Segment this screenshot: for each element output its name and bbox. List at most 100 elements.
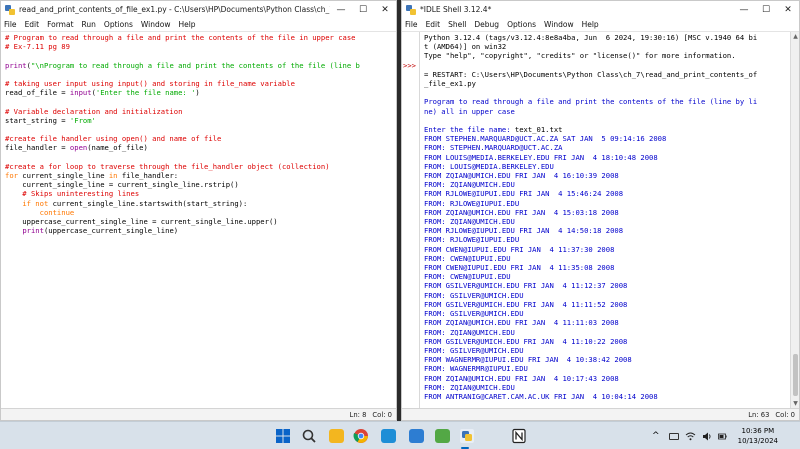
editor-code-line: start_string = 'From'	[5, 115, 96, 125]
shell-output-line: Enter the file name: text_01.txt	[424, 125, 563, 135]
editor-code-line: # Ex-7.11 pg 89	[5, 42, 70, 52]
editor-menu-edit[interactable]: Edit	[25, 20, 40, 29]
editor-code-line: current_single_line = current_single_lin…	[5, 180, 239, 190]
store-icon[interactable]	[409, 429, 424, 443]
file-explorer-icon[interactable]	[329, 429, 344, 443]
shell-output-line: FROM ZQIAN@UMICH.EDU FRI JAN 4 10:17:43 …	[424, 373, 619, 383]
shell-output-line: FROM GSILVER@UMICH.EDU FRI JAN 4 11:10:2…	[424, 336, 628, 346]
scrollbar-thumb[interactable]	[793, 354, 798, 396]
shell-scrollbar[interactable]: ▲ ▼	[790, 32, 799, 408]
editor-code-line: file_handler = open(name_of_file)	[5, 143, 148, 153]
chrome-icon[interactable]	[353, 428, 369, 444]
shell-output-line: FROM CWEN@IUPUI.EDU FRI JAN 4 11:37:30 2…	[424, 244, 615, 254]
editor-status-col: Col: 0	[372, 410, 392, 419]
shell-output-line: FROM: CWEN@IUPUI.EDU	[424, 272, 511, 282]
editor-code-line: #create file handler using open() and na…	[5, 134, 222, 144]
editor-code-line: read_of_file = input('Enter the file nam…	[5, 88, 200, 98]
search-icon[interactable]	[301, 428, 317, 444]
shell-output-line: FROM LOUIS@MEDIA.BERKELEY.EDU FRI JAN 4 …	[424, 152, 658, 162]
editor-menu-window[interactable]: Window	[141, 20, 171, 29]
tray-chevron-icon[interactable]: ^	[652, 431, 660, 441]
shell-menu-options[interactable]: Options	[507, 20, 536, 29]
editor-statusbar: Ln: 8 Col: 0	[1, 408, 396, 420]
shell-statusbar: Ln: 63 Col: 0	[402, 408, 799, 420]
wifi-icon[interactable]	[685, 432, 696, 441]
shell-title: *IDLE Shell 3.12.4*	[420, 5, 492, 14]
editor-maximize-button[interactable]: ☐	[352, 1, 374, 18]
python-file-icon	[5, 4, 15, 15]
shell-output-line: FROM ZQIAN@UMICH.EDU FRI JAN 4 16:10:39 …	[424, 171, 619, 181]
battery-level-icon[interactable]	[717, 432, 727, 441]
shell-output-line: FROM ANTRANIG@CARET.CAM.AC.UK FRI JAN 4 …	[424, 391, 658, 401]
editor-menu-file[interactable]: File	[4, 20, 17, 29]
system-tray: ^	[652, 422, 727, 449]
shell-window[interactable]: *IDLE Shell 3.12.4* — ☐ ✕ File Edit Shell D…	[401, 0, 800, 421]
editor-code-line: continue	[39, 207, 75, 217]
notepad-icon[interactable]	[435, 429, 450, 443]
shell-output-line: t (AMD64)] on win32	[424, 42, 507, 52]
editor-titlebar[interactable]: read_and_print_contents_of_file_ex1.py -…	[1, 1, 396, 18]
taskbar-clock[interactable]: 10:36 PM 10/13/2024	[738, 426, 778, 446]
editor-code[interactable]: # Program to read through a file and pri…	[5, 33, 396, 235]
shell-status-line: Ln: 63	[748, 410, 770, 419]
editor-window[interactable]: read_and_print_contents_of_file_ex1.py -…	[0, 0, 397, 421]
shell-output-line	[424, 61, 789, 70]
taskbar: ^ 10:36 PM 10/13/2024	[0, 421, 800, 449]
volume-icon[interactable]	[702, 432, 712, 441]
shell-output-line: FROM RJLOWE@IUPUI.EDU FRI JAN 4 15:46:24…	[424, 189, 624, 199]
shell-menu-help[interactable]: Help	[582, 20, 599, 29]
editor-code-line	[5, 70, 396, 79]
editor-code-line: # Program to read through a file and pri…	[5, 33, 356, 42]
shell-output[interactable]: Python 3.12.4 (tags/v3.12.4:8e8a4ba, Jun…	[424, 33, 789, 401]
editor-menu-run[interactable]: Run	[82, 20, 96, 29]
shell-menu-file[interactable]: File	[405, 20, 418, 29]
shell-output-line: FROM CWEN@IUPUI.EDU FRI JAN 4 11:35:08 2…	[424, 263, 615, 273]
start-icon[interactable]	[275, 428, 291, 444]
scroll-up-arrow-icon[interactable]: ▲	[791, 32, 799, 41]
editor-code-line: for current_single_line in file_handler:	[5, 171, 179, 181]
editor-code-line	[5, 51, 396, 60]
shell-output-line: = RESTART: C:\Users\HP\Documents\Python …	[424, 69, 758, 79]
edge-icon[interactable]	[381, 429, 396, 443]
idle-python-icon[interactable]	[459, 428, 475, 444]
editor-code-line: uppercase_current_single_line = current_…	[5, 217, 278, 227]
battery-icon[interactable]	[668, 432, 679, 440]
idle-shell-icon	[406, 4, 416, 15]
shell-output-line: FROM GSILVER@UMICH.EDU FRI JAN 4 11:11:5…	[424, 299, 628, 309]
shell-output-line: FROM: CWEN@IUPUI.EDU	[424, 253, 511, 263]
shell-menu-edit[interactable]: Edit	[426, 20, 441, 29]
editor-text-area[interactable]: # Program to read through a file and pri…	[1, 31, 396, 408]
shell-titlebar[interactable]: *IDLE Shell 3.12.4* — ☐ ✕	[402, 1, 799, 18]
shell-maximize-button[interactable]: ☐	[755, 1, 777, 18]
editor-minimize-button[interactable]: —	[330, 1, 352, 18]
editor-code-line: #create a for loop to traverse through t…	[5, 161, 330, 171]
shell-output-line: FROM: WAGNERMR@IUPUI.EDU	[424, 364, 528, 374]
shell-close-button[interactable]: ✕	[777, 1, 799, 18]
editor-code-line: # Variable declaration and initializatio…	[5, 106, 183, 116]
shell-output-line: FROM: GSILVER@UMICH.EDU	[424, 290, 524, 300]
editor-menu-options[interactable]: Options	[104, 20, 133, 29]
shell-output-line	[424, 116, 789, 125]
shell-output-line: FROM: ZQIAN@UMICH.EDU	[424, 217, 515, 227]
editor-code-line	[5, 97, 396, 106]
shell-output-line: Type "help", "copyright", "credits" or "…	[424, 51, 736, 61]
scroll-down-arrow-icon[interactable]: ▼	[791, 399, 799, 408]
shell-menu-shell[interactable]: Shell	[448, 20, 466, 29]
editor-menu-help[interactable]: Help	[178, 20, 195, 29]
shell-output-line: FROM: GSILVER@UMICH.EDU	[424, 309, 524, 319]
shell-menu-window[interactable]: Window	[544, 20, 574, 29]
shell-output-line: FROM: ZQIAN@UMICH.EDU	[424, 180, 515, 190]
shell-output-line: FROM ZQIAN@UMICH.EDU FRI JAN 4 11:11:03 …	[424, 318, 619, 328]
editor-code-line	[5, 153, 396, 162]
editor-code-line: print("\nProgram to read through a file …	[5, 60, 360, 70]
shell-minimize-button[interactable]: —	[733, 1, 755, 18]
editor-close-button[interactable]: ✕	[374, 1, 396, 18]
shell-text-area[interactable]: >>> Python 3.12.4 (tags/v3.12.4:8e8a4ba,…	[402, 31, 799, 408]
shell-output-line: FROM STEPHEN.MARQUARD@UCT.AC.ZA SAT JAN …	[424, 134, 667, 144]
shell-output-line: ne) all in upper case	[424, 106, 515, 116]
shell-menu-debug[interactable]: Debug	[474, 20, 499, 29]
notion-icon[interactable]	[511, 428, 527, 444]
shell-output-line: _file_ex1.py	[424, 79, 476, 89]
shell-output-line: FROM: GSILVER@UMICH.EDU	[424, 345, 524, 355]
editor-menu-format[interactable]: Format	[47, 20, 73, 29]
